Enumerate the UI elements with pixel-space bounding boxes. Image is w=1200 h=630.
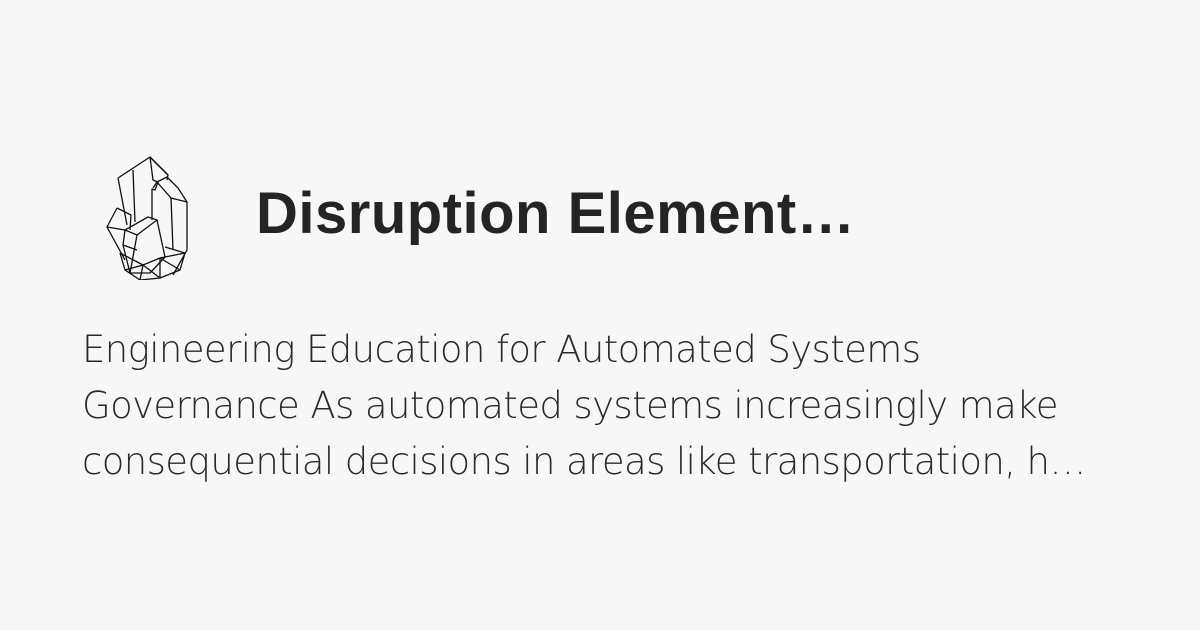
page-title: Disruption Element… <box>256 181 856 246</box>
description-line: Governance As automated systems increasi… <box>82 384 1058 427</box>
description-line: Engineering Education for Automated Syst… <box>82 328 921 371</box>
description: Engineering Education for Automated Syst… <box>82 322 1132 490</box>
crystal-logo-icon <box>95 150 195 281</box>
description-line: consequential decisions in areas like tr… <box>82 440 1086 483</box>
